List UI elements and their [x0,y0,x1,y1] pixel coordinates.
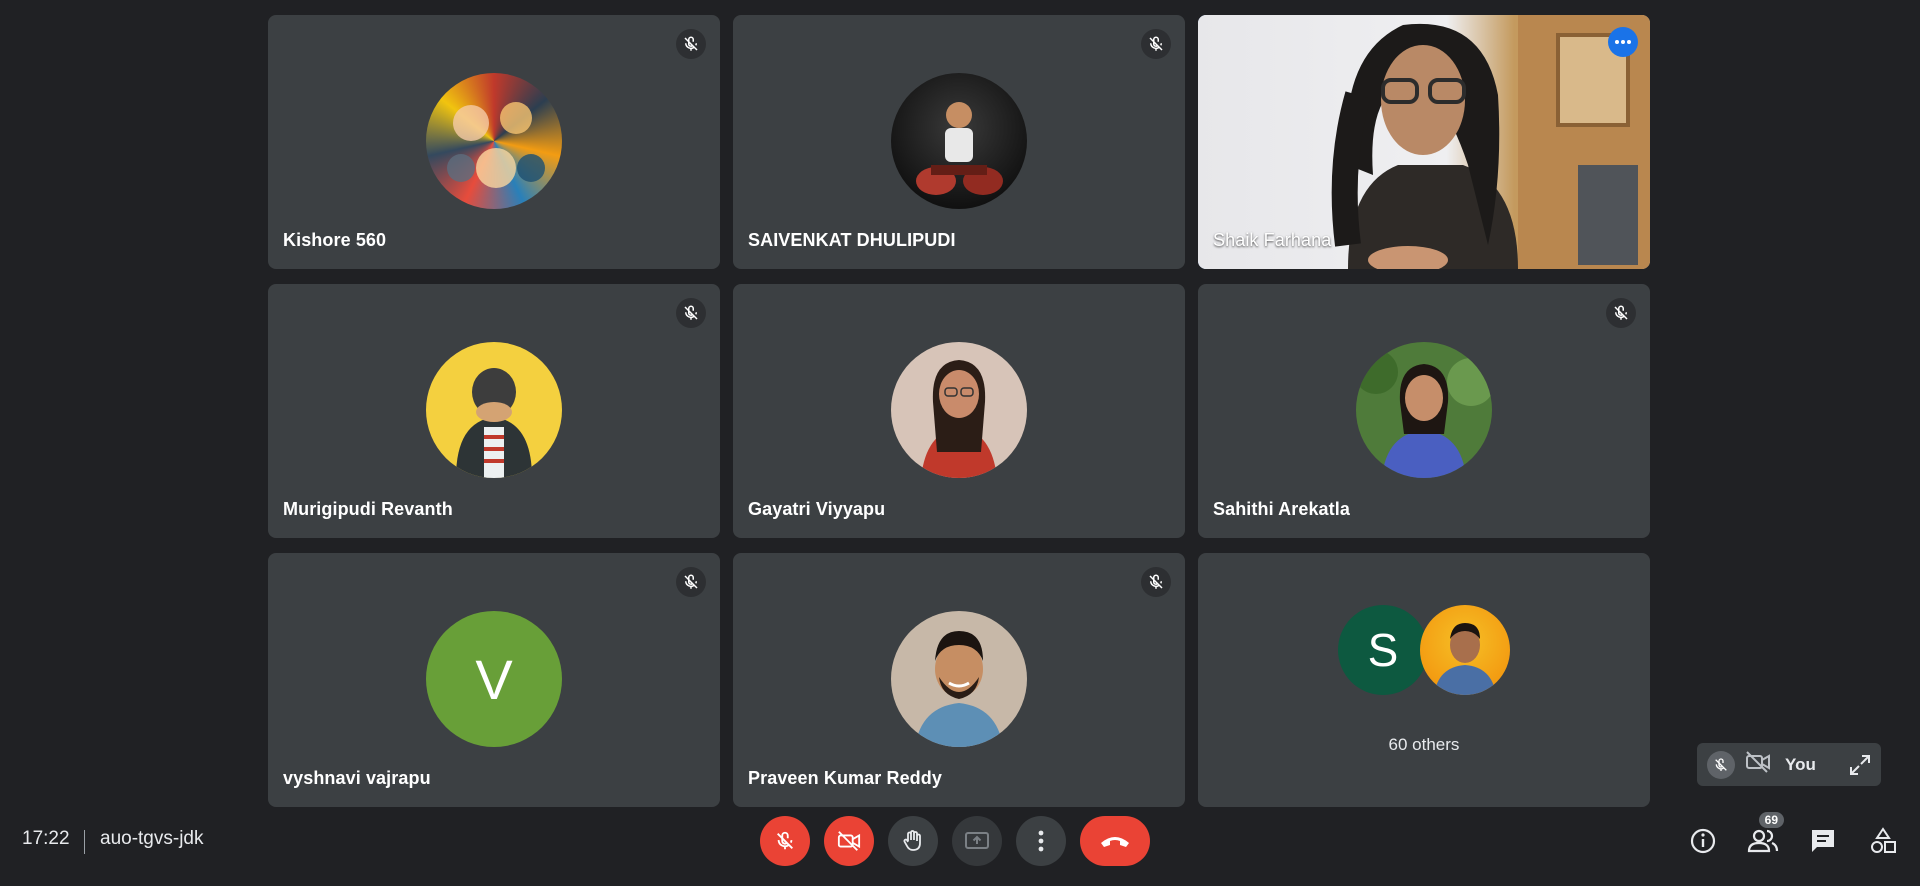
participant-tile[interactable]: Murigipudi Revanth [268,284,720,538]
camera-toggle-button[interactable] [824,816,874,866]
participant-avatar [891,73,1027,209]
mic-off-icon [676,29,706,59]
participant-name: Sahithi Arekatla [1213,499,1350,519]
self-label: You [1785,754,1816,774]
participant-initial-avatar: V [426,611,562,747]
people-button[interactable]: 69 [1746,812,1784,858]
mic-off-icon [676,298,706,328]
participant-name: Kishore 560 [283,230,387,250]
others-avatars: S [1338,605,1510,695]
expand-icon[interactable] [1849,754,1871,776]
participant-avatar [891,611,1027,747]
side-panel-controls: 69 [1686,812,1900,866]
self-camera-off-icon [1745,751,1771,778]
clock: 17:22 [22,828,70,849]
mic-off-icon [1606,298,1636,328]
participant-tile[interactable]: Gayatri Viyyapu [733,284,1185,538]
raise-hand-button[interactable] [888,816,938,866]
participant-tile-active[interactable]: Shaik Farhana [1198,15,1650,269]
participant-tile[interactable]: Sahithi Arekatla [1198,284,1650,538]
self-mic-off-icon [1707,750,1735,779]
participant-name: Shaik Farhana [1213,230,1332,250]
present-screen-button[interactable] [952,816,1002,866]
more-options-button[interactable] [1016,816,1066,866]
participant-avatar [1356,342,1492,478]
others-count-label: 60 others [1388,735,1460,754]
others-tile[interactable]: S 60 others [1198,553,1650,807]
bottom-toolbar: 17:22 auo-tgvs-jdk 69 [0,812,1920,886]
participant-tile[interactable]: V vyshnavi vajrapu [268,553,720,807]
participant-avatar [891,342,1027,478]
people-count-badge: 69 [1758,812,1784,828]
mic-toggle-button[interactable] [760,816,810,866]
divider [84,830,85,854]
meeting-details-button[interactable] [1686,824,1720,858]
mic-off-icon [1141,29,1171,59]
mic-off-icon [676,567,706,597]
participant-name: vyshnavi vajrapu [283,768,431,788]
participant-tile[interactable]: SAIVENKAT DHULIPUDI [733,15,1185,269]
chat-button[interactable] [1806,824,1840,858]
participant-avatar [426,73,562,209]
self-view[interactable]: You [1697,743,1881,786]
participant-grid: Kishore 560 SAIVENKAT DHULIPUDI Shaik Fa… [268,15,1654,808]
participant-name: Gayatri Viyyapu [748,499,886,519]
participant-name: SAIVENKAT DHULIPUDI [748,230,956,250]
more-options-icon[interactable] [1608,27,1638,57]
meeting-code: auo-tgvs-jdk [100,828,204,849]
participant-name: Praveen Kumar Reddy [748,768,942,788]
participant-avatar [426,342,562,478]
others-photo-avatar [1420,605,1510,695]
activities-button[interactable] [1866,824,1900,858]
participant-tile[interactable]: Kishore 560 [268,15,720,269]
others-initial-avatar: S [1338,605,1428,695]
participant-name: Murigipudi Revanth [283,499,453,519]
call-controls [760,816,1150,866]
participant-tile[interactable]: Praveen Kumar Reddy [733,553,1185,807]
leave-call-button[interactable] [1080,816,1150,866]
mic-off-icon [1141,567,1171,597]
